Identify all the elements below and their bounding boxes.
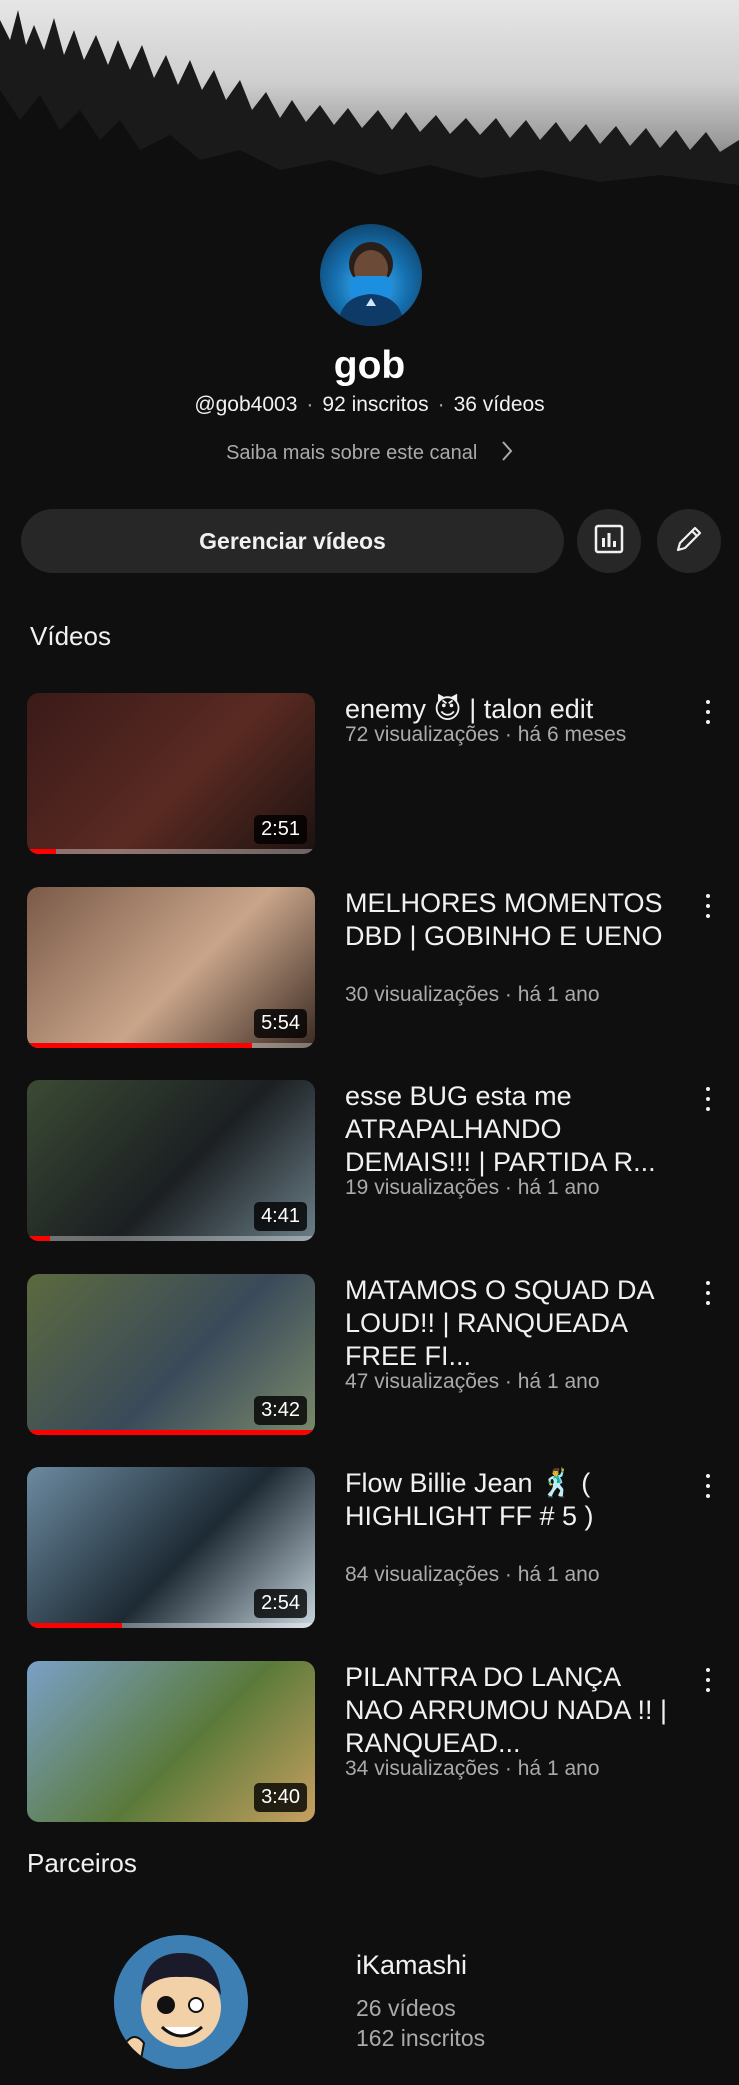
video-thumbnail[interactable]: 4:41 [27,1080,315,1241]
about-channel-link[interactable]: Saiba mais sobre este canal [0,440,739,468]
video-title[interactable]: PILANTRA DO LANÇA NAO ARRUMOU NADA !! | … [345,1661,675,1760]
video-title[interactable]: MATAMOS O SQUAD DA LOUD!! | RANQUEADA FR… [345,1274,675,1373]
video-meta: 34 visualizações · há 1 ano [345,1757,600,1780]
video-title[interactable]: Flow Billie Jean 🕺 ( HIGHLIGHT FF # 5 ) [345,1467,675,1533]
more-options-icon[interactable] [696,1665,720,1695]
video-item[interactable]: 4:41 esse BUG esta me ATRAPALHANDO DEMAI… [0,1080,739,1242]
video-thumbnail[interactable]: 3:42 [27,1274,315,1435]
video-meta: 19 visualizações · há 1 ano [345,1176,600,1199]
video-meta: 84 visualizações · há 1 ano [345,1563,600,1586]
more-options-icon[interactable] [696,1471,720,1501]
video-title[interactable]: esse BUG esta me ATRAPALHANDO DEMAIS!!! … [345,1080,675,1179]
analytics-button[interactable] [577,509,641,573]
video-title[interactable]: MELHORES MOMENTOS DBD | GOBINHO E UENO [345,887,675,953]
partner-name[interactable]: iKamashi [356,1950,467,1981]
video-duration: 2:54 [254,1589,307,1618]
video-item[interactable]: 2:51 enemy 😈 | talon edit 72 visualizaçõ… [0,693,739,855]
channel-name: gob [333,344,406,387]
watch-progress-track [27,1236,315,1241]
video-duration: 5:54 [254,1009,307,1038]
video-duration: 3:42 [254,1396,307,1425]
chevron-right-icon [501,440,513,468]
about-channel-label: Saiba mais sobre este canal [226,442,478,464]
manage-videos-button[interactable]: Gerenciar vídeos [21,509,564,573]
subscriber-count: 92 inscritos [322,393,429,416]
partner-video-count: 26 vídeos [356,1995,456,2021]
channel-handle: @gob4003 [194,393,298,416]
channel-meta: @gob4003 · 92 inscritos · 36 vídeos [194,393,545,416]
videos-section-title: Vídeos [30,621,111,651]
video-item[interactable]: 3:40 PILANTRA DO LANÇA NAO ARRUMOU NADA … [0,1661,739,1823]
video-item[interactable]: 3:42 MATAMOS O SQUAD DA LOUD!! | RANQUEA… [0,1274,739,1436]
video-title[interactable]: enemy 😈 | talon edit [345,693,675,726]
video-meta: 72 visualizações · há 6 meses [345,723,627,746]
video-duration: 3:40 [254,1783,307,1812]
video-thumbnail[interactable]: 2:54 [27,1467,315,1628]
analytics-icon [594,524,624,559]
channel-banner [0,0,739,204]
more-options-icon[interactable] [696,697,720,727]
video-duration: 2:51 [254,815,307,844]
pencil-icon [673,523,705,560]
edit-channel-button[interactable] [657,509,721,573]
video-count: 36 vídeos [453,393,545,416]
partner-subscriber-count: 162 inscritos [356,2025,486,2051]
more-options-icon[interactable] [696,891,720,921]
video-thumbnail[interactable]: 2:51 [27,693,315,854]
watch-progress-bar [27,1043,252,1048]
more-options-icon[interactable] [696,1084,720,1114]
partner-avatar[interactable] [114,1935,248,2069]
channel-avatar[interactable] [320,224,422,326]
video-duration: 4:41 [254,1202,307,1231]
video-item[interactable]: 2:54 Flow Billie Jean 🕺 ( HIGHLIGHT FF #… [0,1467,739,1629]
watch-progress-bar [27,1236,51,1241]
video-thumbnail[interactable]: 5:54 [27,887,315,1048]
more-options-icon[interactable] [696,1278,720,1308]
video-thumbnail[interactable]: 3:40 [27,1661,315,1822]
watch-progress-track [27,849,315,854]
partners-section-title: Parceiros [27,1848,137,1878]
video-meta: 47 visualizações · há 1 ano [345,1370,600,1393]
watch-progress-bar [27,849,56,854]
video-meta: 30 visualizações · há 1 ano [345,983,600,1006]
watch-progress-bar [27,1430,315,1435]
watch-progress-bar [27,1623,123,1628]
video-item[interactable]: 5:54 MELHORES MOMENTOS DBD | GOBINHO E U… [0,887,739,1049]
